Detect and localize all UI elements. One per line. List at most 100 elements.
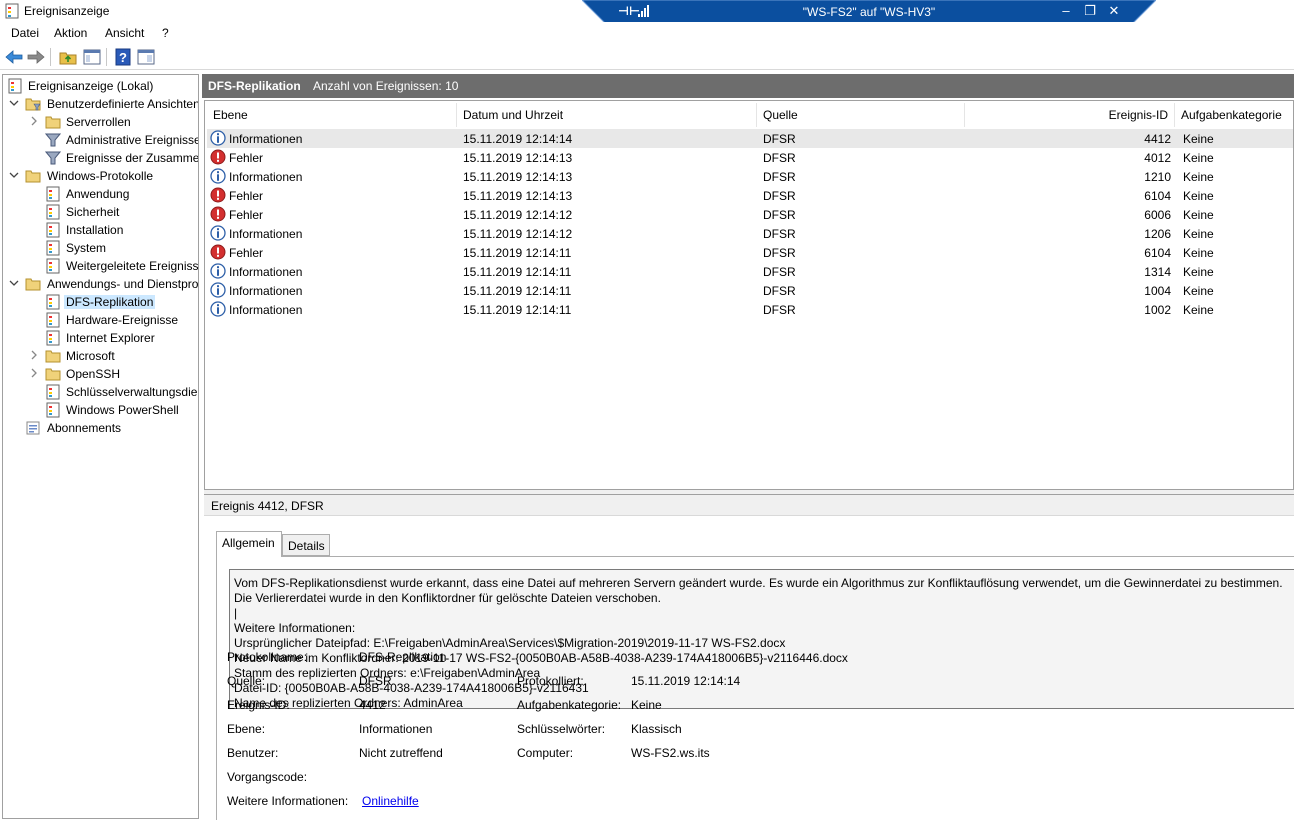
cell-datetime: 15.11.2019 12:14:13 [463, 189, 573, 203]
window-title: Ereignisanzeige [24, 4, 110, 18]
show-hide-action-pane-icon[interactable] [136, 47, 156, 67]
label-keywords: Schlüsselwörter: [517, 722, 606, 736]
tree-item-label: Hardware-Ereignisse [66, 313, 179, 327]
cell-event-id: 1314 [1144, 265, 1171, 279]
menu-datei[interactable]: Datei [11, 26, 39, 40]
event-count: Anzahl von Ereignissen: 10 [313, 79, 459, 93]
folder-up-icon[interactable] [58, 47, 78, 67]
main-panel: DFS-Replikation Anzahl von Ereignissen: … [202, 74, 1294, 820]
chevron-right-icon[interactable] [29, 368, 39, 378]
table-row[interactable]: Informationen 15.11.2019 12:14:12 DFSR 1206… [207, 224, 1293, 243]
cell-datetime: 15.11.2019 12:14:12 [463, 208, 573, 222]
description-file-id: Datei-ID: {0050B0AB-A58B-4038-A239-174A4… [234, 681, 589, 695]
cell-event-id: 1210 [1144, 170, 1171, 184]
toolbar-separator [50, 48, 51, 66]
label-opcode: Vorgangscode: [227, 770, 308, 784]
table-row[interactable]: Informationen 15.11.2019 12:14:11 DFSR 1004… [207, 281, 1293, 300]
column-header-source[interactable]: Quelle [757, 103, 965, 127]
cell-category: Keine [1183, 151, 1214, 165]
online-help-link[interactable]: Onlinehilfe [362, 794, 419, 808]
tree-item-powershell[interactable]: Windows PowerShell [7, 401, 198, 419]
table-row[interactable]: Fehler 15.11.2019 12:14:12 DFSR 6006 Keine [207, 205, 1293, 224]
tree-item-hardware[interactable]: Hardware-Ereignisse [7, 311, 198, 329]
log-icon [46, 204, 60, 220]
table-row[interactable]: Informationen 15.11.2019 12:14:11 DFSR 1314… [207, 262, 1293, 281]
back-arrow-icon[interactable] [4, 47, 24, 67]
event-description[interactable]: Vom DFS-Replikationsdienst wurde erkannt… [229, 569, 1294, 709]
tree-item-security[interactable]: Sicherheit [7, 203, 198, 221]
menu-ansicht[interactable]: Ansicht [105, 26, 144, 40]
tree-item-subscriptions[interactable]: Abonnements [7, 419, 198, 437]
cell-event-id: 6104 [1144, 246, 1171, 260]
tree-item-setup[interactable]: Installation [7, 221, 198, 239]
information-icon [210, 263, 226, 279]
chevron-right-icon[interactable] [29, 116, 39, 126]
chevron-down-icon[interactable] [9, 278, 19, 288]
cell-category: Keine [1183, 303, 1214, 317]
label-event-id: Ereignis-ID: [227, 698, 290, 712]
log-icon [46, 222, 60, 238]
information-icon [210, 282, 226, 298]
chevron-down-icon[interactable] [9, 170, 19, 180]
forward-arrow-icon[interactable] [26, 47, 46, 67]
tree-item-application[interactable]: Anwendung [7, 185, 198, 203]
restore-button[interactable]: ❐ [1082, 3, 1098, 19]
close-button[interactable]: ✕ [1106, 3, 1122, 19]
tree-item-label: Schlüsselverwaltungsdienst [66, 385, 199, 399]
value-logged: 15.11.2019 12:14:14 [631, 674, 741, 688]
table-row[interactable]: Fehler 15.11.2019 12:14:11 DFSR 6104 Keine [207, 243, 1293, 262]
tree-item-forwarded[interactable]: Weitergeleitete Ereignisse [7, 257, 198, 275]
tree-item-server-roles[interactable]: Serverrollen [7, 113, 198, 131]
chevron-right-icon[interactable] [29, 350, 39, 360]
detail-title-bar: Ereignis 4412, DFSR [204, 495, 1294, 516]
tree-item-admin-events[interactable]: Administrative Ereignisse [7, 131, 198, 149]
cell-datetime: 15.11.2019 12:14:14 [463, 132, 573, 146]
cell-datetime: 15.11.2019 12:14:12 [463, 227, 573, 241]
log-icon [46, 402, 60, 418]
show-hide-tree-icon[interactable] [82, 47, 102, 67]
information-icon [210, 301, 226, 317]
folder-open-icon [25, 278, 41, 291]
description-more: Weitere Informationen: [234, 621, 356, 635]
tree-item-label: Sicherheit [66, 205, 120, 219]
value-level: Informationen [359, 722, 433, 736]
tree-item-windows-logs[interactable]: Windows-Protokolle [7, 167, 198, 185]
event-table: Ebene Datum und Uhrzeit Quelle Ereignis-… [204, 100, 1294, 490]
table-row[interactable]: Fehler 15.11.2019 12:14:13 DFSR 4012 Keine [207, 148, 1293, 167]
tree-item-internet-explorer[interactable]: Internet Explorer [7, 329, 198, 347]
table-row[interactable]: Informationen 15.11.2019 12:14:13 DFSR 1210… [207, 167, 1293, 186]
help-icon[interactable]: ? [113, 47, 133, 67]
table-row[interactable]: Fehler 15.11.2019 12:14:13 DFSR 6104 Keine [207, 186, 1293, 205]
tree-item-microsoft[interactable]: Microsoft [7, 347, 198, 365]
detail-title: Ereignis 4412, DFSR [211, 499, 324, 513]
table-row[interactable]: Informationen 15.11.2019 12:14:11 DFSR 1002… [207, 300, 1293, 319]
tree-item-key-management[interactable]: Schlüsselverwaltungsdienst [7, 383, 199, 401]
subscriptions-icon [26, 421, 40, 435]
tree-item-system[interactable]: System [7, 239, 198, 257]
cell-category: Keine [1183, 189, 1214, 203]
log-icon [46, 258, 60, 274]
description-intro: Vom DFS-Replikationsdienst wurde erkannt… [234, 576, 1283, 605]
menu-help[interactable]: ? [162, 26, 169, 40]
tree-item-custom-views[interactable]: Benutzerdefinierte Ansichten [7, 95, 198, 113]
cell-category: Keine [1183, 265, 1214, 279]
table-row[interactable]: Informationen 15.11.2019 12:14:14 DFSR 4412… [207, 129, 1293, 148]
tree-item-openssh[interactable]: OpenSSH [7, 365, 198, 383]
column-header-category[interactable]: Aufgabenkategorie [1175, 103, 1293, 127]
tab-details[interactable]: Details [282, 534, 330, 556]
menu-aktion[interactable]: Aktion [54, 26, 87, 40]
column-header-event-id[interactable]: Ereignis-ID [965, 103, 1175, 127]
column-header-level[interactable]: Ebene [207, 103, 457, 127]
folder-icon [45, 350, 61, 363]
column-header-datetime[interactable]: Datum und Uhrzeit [457, 103, 757, 127]
cell-level: Informationen [229, 132, 303, 146]
tab-general[interactable]: Allgemein [216, 531, 282, 557]
description-folder-name: Name des replizierten Ordners: AdminArea [234, 696, 463, 709]
menu-bar: Datei Aktion Ansicht ? [0, 22, 1294, 44]
cell-source: DFSR [763, 246, 796, 260]
tree-item-summary-events[interactable]: Ereignisse der Zusammenfassung [7, 149, 198, 167]
tree-item-dfs-replication[interactable]: DFS-Replikation [7, 293, 198, 311]
chevron-down-icon[interactable] [9, 98, 19, 108]
minimize-button[interactable]: – [1058, 3, 1074, 18]
tree-item-apps-services[interactable]: Anwendungs- und Dienstprotokolle [7, 275, 198, 293]
